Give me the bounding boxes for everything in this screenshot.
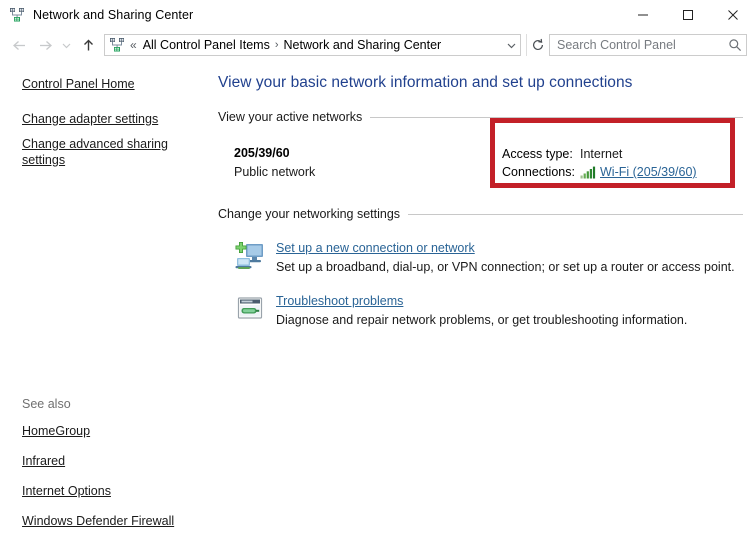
active-networks-section-header: View your active networks [218, 110, 743, 124]
up-button[interactable] [75, 32, 101, 58]
network-name: 205/39/60 [234, 146, 290, 160]
breadcrumb-item-all-control-panel-items[interactable]: All Control Panel Items [143, 38, 270, 52]
network-sharing-icon [9, 7, 25, 23]
address-network-sharing-icon [109, 37, 125, 53]
sidebar-item-internet-options[interactable]: Internet Options [22, 483, 192, 499]
breadcrumb: « All Control Panel Items › Network and … [130, 38, 502, 52]
troubleshoot-problems-link[interactable]: Troubleshoot problems [276, 294, 743, 308]
back-button[interactable] [6, 32, 32, 58]
search-box[interactable] [549, 34, 747, 56]
sidebar-item-control-panel-home[interactable]: Control Panel Home [22, 76, 192, 92]
connections-row: Connections: Wi-Fi (205/39/60) [502, 165, 743, 179]
section-divider-2 [408, 213, 743, 215]
active-network-details: Access type: Internet Connections: Wi-Fi… [502, 146, 743, 183]
wifi-signal-icon [580, 166, 596, 179]
minimize-button[interactable] [620, 0, 665, 30]
see-also-title: See also [22, 397, 71, 411]
window-controls [620, 0, 755, 30]
window-title: Network and Sharing Center [33, 8, 194, 22]
search-icon[interactable] [724, 38, 746, 52]
set-up-new-connection-link[interactable]: Set up a new connection or network [276, 241, 743, 255]
setting-texts-2: Troubleshoot problems Diagnose and repai… [276, 292, 743, 327]
access-type-row: Access type: Internet [502, 147, 743, 161]
sidebar: Control Panel Home Change adapter settin… [0, 60, 208, 537]
see-also-section: See also HomeGroup Infrared Internet Opt… [22, 397, 202, 529]
setting-item-set-up-new-connection[interactable]: Set up a new connection or network Set u… [234, 239, 743, 274]
window-title-bar: Network and Sharing Center [0, 0, 755, 30]
sidebar-item-change-adapter-settings[interactable]: Change adapter settings [22, 111, 192, 127]
content-area: Control Panel Home Change adapter settin… [0, 60, 755, 537]
close-button[interactable] [710, 0, 755, 30]
connections-label: Connections: [502, 165, 575, 179]
search-input[interactable] [550, 38, 724, 52]
breadcrumb-item-network-and-sharing-center[interactable]: Network and Sharing Center [284, 38, 442, 52]
breadcrumb-separator[interactable]: › [275, 39, 279, 51]
setting-item-troubleshoot-problems[interactable]: Troubleshoot problems Diagnose and repai… [234, 292, 743, 327]
sidebar-item-infrared[interactable]: Infrared [22, 453, 192, 469]
access-type-label: Access type: [502, 147, 573, 161]
page-title: View your basic network information and … [218, 74, 633, 91]
sidebar-item-windows-defender-firewall[interactable]: Windows Defender Firewall [22, 513, 192, 529]
network-profile-type: Public network [234, 165, 316, 179]
recent-locations-chevron-down-icon[interactable] [58, 32, 75, 58]
active-network-row: 205/39/60 Public network Access type: In… [218, 146, 743, 183]
sidebar-item-change-advanced-sharing-settings[interactable]: Change advanced sharing settings [22, 136, 192, 168]
networking-settings-section-title: Change your networking settings [218, 207, 401, 221]
networking-settings-section-header: Change your networking settings [218, 207, 743, 221]
address-chevron-down-icon[interactable] [502, 40, 520, 51]
access-type-value: Internet [580, 147, 623, 161]
breadcrumb-overflow[interactable]: « [130, 38, 137, 52]
active-networks-section-title: View your active networks [218, 110, 363, 124]
active-network-identity: 205/39/60 Public network [234, 146, 502, 183]
sidebar-item-homegroup[interactable]: HomeGroup [22, 423, 192, 439]
navigation-bar: « All Control Panel Items › Network and … [0, 30, 755, 60]
address-bar[interactable]: « All Control Panel Items › Network and … [104, 34, 521, 56]
set-up-new-connection-description: Set up a broadband, dial-up, or VPN conn… [276, 260, 735, 274]
refresh-icon[interactable] [526, 34, 549, 56]
forward-button[interactable] [32, 32, 58, 58]
maximize-button[interactable] [665, 0, 710, 30]
troubleshoot-icon [234, 293, 266, 325]
main-panel: View your basic network information and … [208, 60, 755, 537]
troubleshoot-problems-description: Diagnose and repair network problems, or… [276, 313, 688, 327]
wifi-connection-link[interactable]: Wi-Fi (205/39/60) [600, 165, 697, 179]
networking-settings-list: Set up a new connection or network Set u… [218, 239, 743, 327]
new-connection-icon [234, 240, 266, 272]
setting-texts: Set up a new connection or network Set u… [276, 239, 743, 274]
section-divider [370, 116, 743, 118]
